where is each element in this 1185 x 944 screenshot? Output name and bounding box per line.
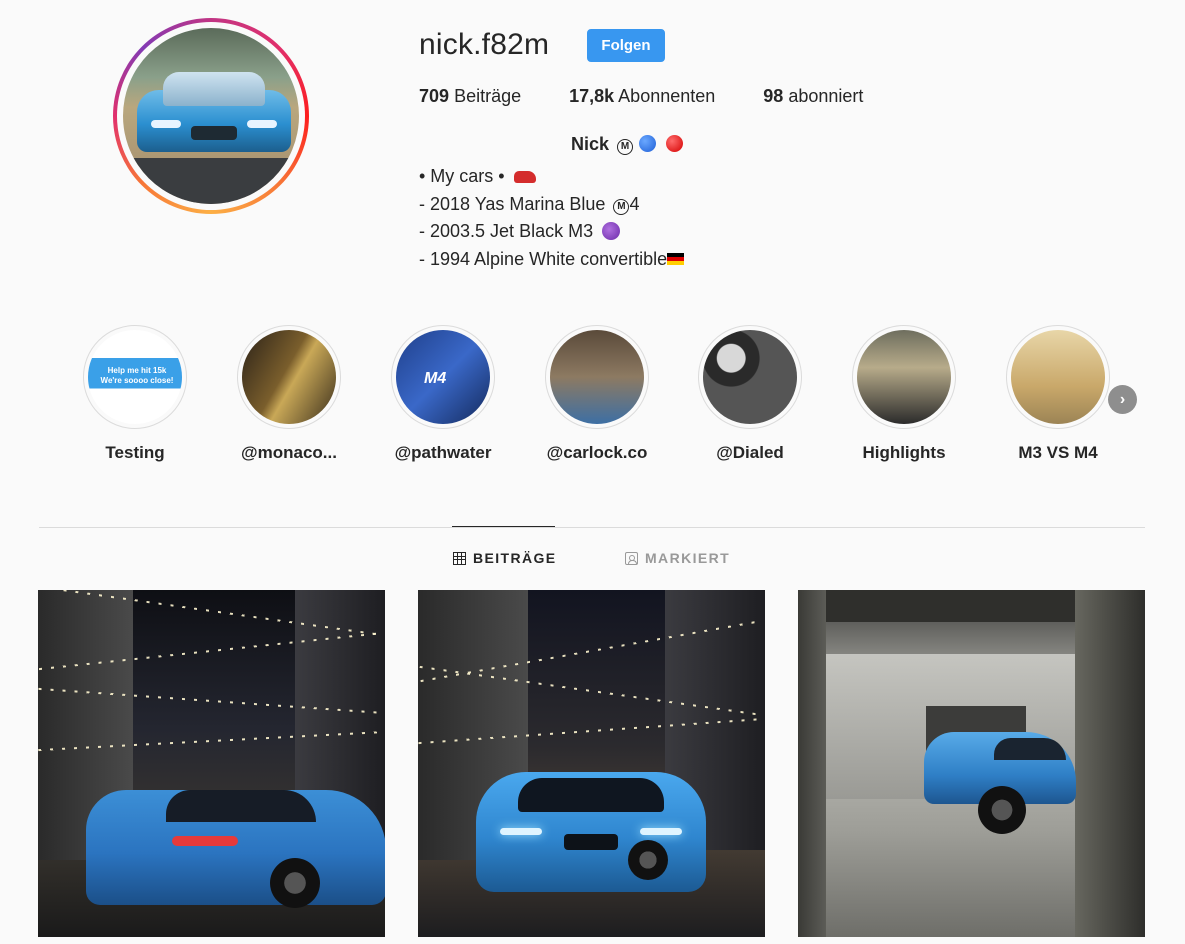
- m-badge-icon: M: [613, 198, 630, 215]
- following-label: abonniert: [788, 86, 864, 106]
- highlight-cover: [550, 330, 644, 424]
- profile-stats: 709 Beiträge 17,8k Abonnenten 98 abonnie…: [419, 86, 911, 107]
- highlight-label: @pathwater: [394, 443, 492, 462]
- highlight-item[interactable]: @monaco...: [229, 325, 349, 463]
- highlight-cover: [242, 330, 336, 424]
- bio-line: - 2018 Yas Marina Blue M4: [419, 191, 684, 219]
- highlight-item[interactable]: Help me hit 15k We're soooo close! Testi…: [75, 325, 195, 463]
- followers-count: 17,8k: [569, 86, 615, 106]
- highlight-label: M3 VS M4: [1018, 443, 1098, 462]
- active-tab-indicator: [452, 526, 555, 527]
- following-count: 98: [763, 86, 784, 106]
- race-car-icon: [513, 171, 536, 183]
- posts-count: 709: [419, 86, 450, 106]
- m-badge-icon: M: [617, 139, 634, 155]
- highlight-cover: [703, 330, 797, 424]
- posts-label: Beiträge: [454, 86, 522, 106]
- followers-label: Abonnenten: [618, 86, 716, 106]
- highlight-item[interactable]: @carlock.co: [537, 325, 657, 463]
- tagged-user-icon: [625, 551, 638, 565]
- bio-line: - 2003.5 Jet Black M3: [419, 218, 684, 246]
- tab-posts[interactable]: BEITRÄGE: [453, 550, 557, 566]
- tab-tagged[interactable]: MARKIERT: [625, 550, 730, 566]
- follow-button[interactable]: Folgen: [587, 29, 665, 62]
- german-flag-icon: [667, 252, 685, 265]
- bio-line-text: - 2018 Yas Marina Blue: [419, 193, 611, 214]
- posts-count-stat: 709 Beiträge: [419, 86, 521, 107]
- story-highlights: Help me hit 15k We're soooo close! Testi…: [0, 325, 1185, 475]
- tabs-divider: [39, 527, 1145, 528]
- highlight-item[interactable]: M4 @pathwater: [383, 325, 503, 463]
- highlight-item[interactable]: Highlights: [844, 325, 964, 463]
- smiling-devil-icon: [602, 222, 621, 240]
- bio-line: • My cars •: [419, 163, 684, 191]
- bio: • My cars • - 2018 Yas Marina Blue M4 - …: [419, 163, 685, 274]
- highlight-label: Highlights: [862, 443, 946, 462]
- story-ring[interactable]: [113, 18, 309, 214]
- post-thumbnail[interactable]: [418, 590, 765, 937]
- highlight-cover: M4: [396, 330, 490, 424]
- highlight-label: @monaco...: [241, 443, 337, 462]
- following-stat[interactable]: 98 abonniert: [763, 86, 863, 107]
- followers-stat[interactable]: 17,8k Abonnenten: [569, 86, 715, 107]
- highlight-overlay-text: M4: [424, 370, 447, 387]
- highlight-item[interactable]: @Dialed: [690, 325, 810, 463]
- highlight-label: @carlock.co: [546, 443, 648, 462]
- bio-line-text: - 2003.5 Jet Black M3: [419, 221, 594, 241]
- highlight-overlay-text: Help me hit 15k We're soooo close!: [100, 366, 174, 385]
- profile-header: nick.f82m Folgen 709 Beiträge 17,8k Abon…: [0, 0, 1185, 300]
- blue-circle-icon: [639, 135, 657, 152]
- red-circle-icon: [666, 135, 684, 152]
- highlight-label: Testing: [105, 443, 165, 462]
- post-thumbnail[interactable]: [38, 590, 385, 937]
- highlight-cover: [1011, 330, 1105, 424]
- highlight-cover: Help me hit 15k We're soooo close!: [88, 330, 182, 424]
- tab-tagged-label: MARKIERT: [645, 550, 731, 566]
- display-name: Nick M: [571, 134, 684, 155]
- grid-icon: [453, 551, 466, 565]
- highlight-item[interactable]: M3 VS M4: [998, 325, 1118, 463]
- avatar[interactable]: [123, 28, 299, 204]
- highlight-cover: [857, 330, 951, 424]
- bio-line: - 1994 Alpine White convertible: [419, 246, 685, 274]
- chevron-right-icon[interactable]: ›: [1108, 385, 1137, 414]
- bio-line-text: 4: [629, 193, 640, 214]
- tab-posts-label: BEITRÄGE: [473, 550, 557, 566]
- post-thumbnail[interactable]: [798, 590, 1145, 937]
- username: nick.f82m: [419, 28, 550, 61]
- bio-line-text: • My cars •: [419, 166, 505, 186]
- highlight-label: @Dialed: [716, 443, 784, 462]
- display-name-text: Nick: [571, 134, 610, 154]
- bio-line-text: - 1994 Alpine White convertible: [419, 248, 668, 269]
